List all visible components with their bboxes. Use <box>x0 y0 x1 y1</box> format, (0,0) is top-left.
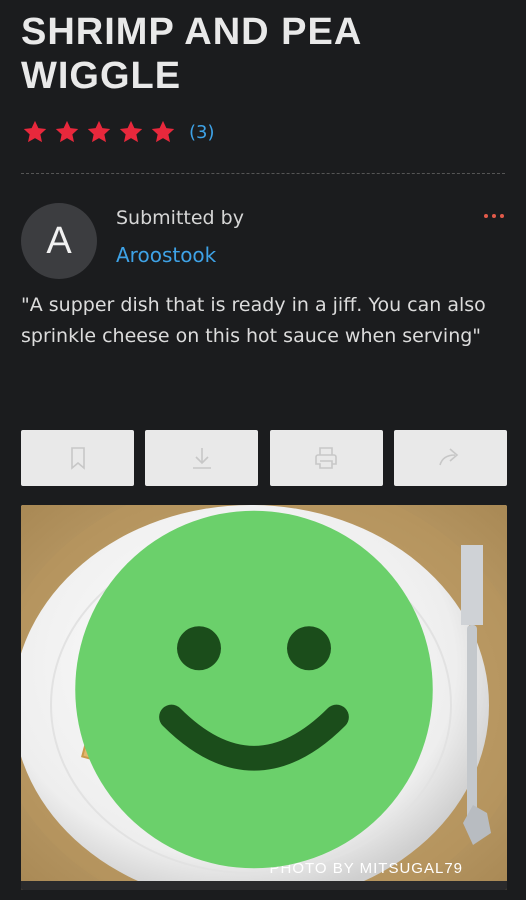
action-bar <box>21 430 507 486</box>
download-button[interactable] <box>145 430 259 486</box>
share-arrow-icon <box>439 448 459 466</box>
printer-icon <box>315 447 337 469</box>
bookmark-icon <box>70 447 85 470</box>
rating[interactable]: (3) <box>21 117 215 147</box>
share-button[interactable] <box>393 430 507 486</box>
download-icon <box>192 448 211 469</box>
divider <box>21 173 505 174</box>
more-options-icon[interactable] <box>484 214 504 218</box>
star-icon <box>23 120 47 143</box>
save-button[interactable] <box>21 430 134 486</box>
rating-stars <box>21 118 177 146</box>
recipe-title: SHRIMP AND PEA WIGGLE <box>21 11 361 97</box>
submitted-by-label: Submitted by <box>116 207 244 229</box>
avatar-initial: A <box>46 219 72 262</box>
recipe-photo[interactable]: PHOTO BY MITSUGAL79 <box>21 505 507 890</box>
recipe-description: "A supper dish that is ready in a jiff. … <box>21 294 486 347</box>
star-icon <box>55 120 79 143</box>
author-link[interactable]: Aroostook <box>116 243 216 267</box>
smiley-icon[interactable] <box>21 505 497 882</box>
star-icon <box>151 120 175 143</box>
print-button[interactable] <box>269 430 383 486</box>
avatar[interactable]: A <box>21 203 97 279</box>
star-icon <box>87 120 111 143</box>
rating-count[interactable]: (3) <box>189 122 215 143</box>
star-icon <box>119 120 143 143</box>
